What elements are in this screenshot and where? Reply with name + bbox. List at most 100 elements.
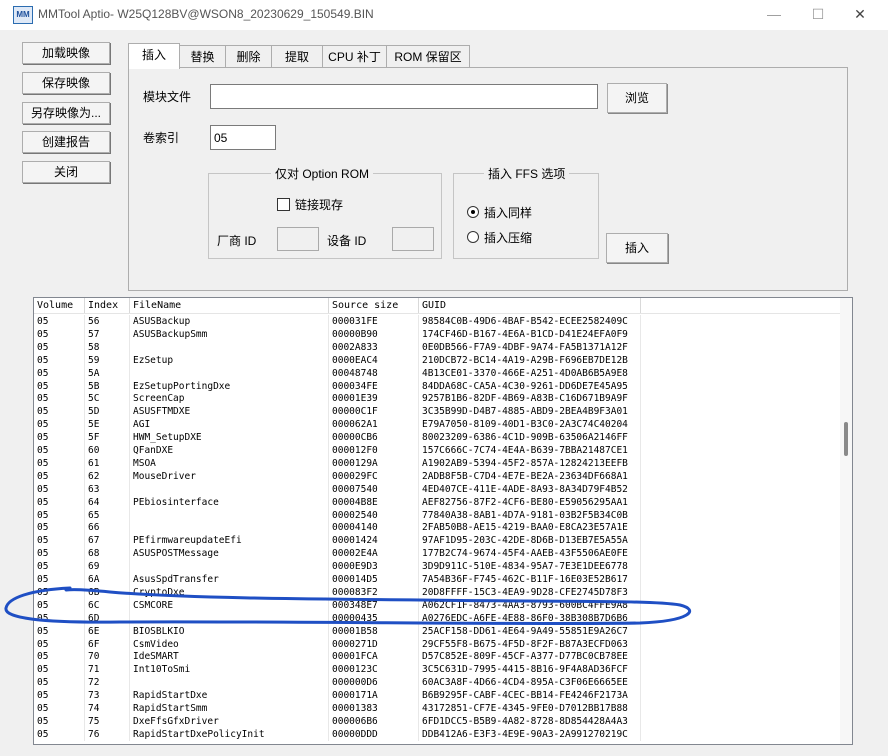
cell-source-size: 000014D5 bbox=[329, 573, 419, 586]
table-row[interactable]: 05 74 RapidStartSmm 00001383 43172851-CF7E-4… bbox=[34, 702, 839, 715]
cell-guid: 80023209-6386-4C1D-909B-63506A2146FF bbox=[419, 431, 641, 445]
cell-guid: 2FAB50B8-AE15-4219-BAA0-E8CA23E57A1E bbox=[419, 521, 641, 535]
cell-source-size: 0000E9D3 bbox=[329, 560, 419, 574]
create-report-button[interactable]: 创建报告 bbox=[22, 131, 110, 153]
column-header-volume[interactable]: Volume bbox=[34, 298, 85, 313]
table-row[interactable]: 05 58 0002A833 0E0DB566-F7A9-4DBF-9A74-FA5B… bbox=[34, 340, 839, 354]
cell-guid: 43172851-CF7E-4345-9FE0-D7012BB17B88 bbox=[419, 702, 641, 715]
cell-filename: ScreenCap bbox=[130, 392, 329, 406]
cell-source-size: 000006B6 bbox=[329, 714, 419, 728]
load-image-button[interactable]: 加载映像 bbox=[22, 42, 110, 64]
cell-index: 5F bbox=[85, 431, 130, 445]
tab-cpu-patch[interactable]: CPU 补丁 bbox=[322, 45, 387, 68]
cell-index: 5B bbox=[85, 379, 130, 393]
cell-volume: 05 bbox=[34, 637, 85, 651]
vertical-scrollbar[interactable] bbox=[840, 298, 852, 744]
table-row[interactable]: 05 65 00002540 77840A38-8AB1-4D7A-9181-03B2… bbox=[34, 508, 839, 522]
table-row[interactable]: 05 5B EzSetupPortingDxe 000034FE 84DDA68C-CA… bbox=[34, 379, 839, 393]
table-row[interactable]: 05 61 MSOA 0000129A A1902AB9-5394-45F2-857A-… bbox=[34, 456, 839, 470]
cell-source-size: 00000435 bbox=[329, 611, 419, 625]
cell-filename: CsmVideo bbox=[130, 637, 329, 651]
module-list[interactable]: Volume Index FileName Source size GUID 0… bbox=[33, 297, 853, 745]
cell-guid: 77840A38-8AB1-4D7A-9181-03B2F5B34C0B bbox=[419, 508, 641, 522]
table-row[interactable]: 05 75 DxeFfsGfxDriver 000006B6 6FD1DCC5-B5B9… bbox=[34, 714, 839, 728]
table-row[interactable]: 05 62 MouseDriver 000029FC 2ADB8F5B-C7D4-4E7… bbox=[34, 469, 839, 483]
table-row[interactable]: 05 64 PEbiosinterface 00004B8E AEF82756-87F2… bbox=[34, 495, 839, 509]
cell-source-size: 000031FE bbox=[329, 315, 419, 328]
option-rom-group-title: 仅对 Option ROM bbox=[271, 165, 374, 182]
vendor-id-input[interactable] bbox=[277, 227, 319, 251]
table-row[interactable]: 05 6F CsmVideo 0000271D 29CF55F8-B675-4F5D-8… bbox=[34, 637, 839, 651]
background-window-edge bbox=[864, 30, 888, 756]
tab-delete[interactable]: 删除 bbox=[225, 45, 272, 68]
table-row[interactable]: 05 66 00004140 2FAB50B8-AE15-4219-BAA0-E8CA… bbox=[34, 521, 839, 535]
cell-index: 62 bbox=[85, 469, 130, 483]
column-header-source-size[interactable]: Source size bbox=[329, 298, 419, 313]
cell-filename bbox=[130, 366, 329, 380]
cell-volume: 05 bbox=[34, 431, 85, 445]
table-row[interactable]: 05 5C ScreenCap 00001E39 9257B1B6-82DF-4B69-… bbox=[34, 392, 839, 406]
table-row[interactable]: 05 5F HWM_SetupDXE 00000CB6 80023209-6386-4C… bbox=[34, 431, 839, 445]
table-row[interactable]: 05 5E AGI 000062A1 E79A7050-8109-40D1-B3C0-2… bbox=[34, 418, 839, 432]
cell-filename: PEfirmwareupdateEfi bbox=[130, 534, 329, 548]
table-row[interactable]: 05 67 PEfirmwareupdateEfi 00001424 97AF1D95-… bbox=[34, 534, 839, 548]
table-row[interactable]: 05 56 ASUSBackup 000031FE 98584C0B-49D6-4BAF… bbox=[34, 315, 839, 328]
close-window-button[interactable]: ✕ bbox=[838, 0, 882, 30]
cell-guid: 4ED407CE-411E-4ADE-8A93-8A34D79F4B52 bbox=[419, 482, 641, 496]
scrollbar-thumb[interactable] bbox=[844, 422, 848, 456]
tab-extract[interactable]: 提取 bbox=[271, 45, 323, 68]
table-row[interactable]: 05 76 RapidStartDxePolicyInit 00000DDD DDB41… bbox=[34, 727, 839, 741]
insert-same-radio[interactable] bbox=[467, 206, 479, 218]
table-row[interactable]: 05 57 ASUSBackupSmm 00000B90 174CF46D-B167-4… bbox=[34, 327, 839, 341]
cell-index: 76 bbox=[85, 727, 130, 741]
cell-filename: RapidStartDxePolicyInit bbox=[130, 727, 329, 741]
table-row[interactable]: 05 69 0000E9D3 3D9D911C-510E-4834-95A7-7E3E… bbox=[34, 560, 839, 574]
table-row[interactable]: 05 63 00007540 4ED407CE-411E-4ADE-8A93-8A34… bbox=[34, 482, 839, 496]
tab-rom-hole[interactable]: ROM 保留区 bbox=[386, 45, 470, 68]
column-header-guid[interactable]: GUID bbox=[419, 298, 641, 313]
browse-button[interactable]: 浏览 bbox=[607, 83, 667, 113]
link-existing-checkbox[interactable] bbox=[277, 198, 290, 211]
cell-volume: 05 bbox=[34, 624, 85, 638]
insert-compressed-radio[interactable] bbox=[467, 231, 479, 243]
table-row[interactable]: 05 71 Int10ToSmi 0000123C 3C5C631D-7995-4415… bbox=[34, 663, 839, 677]
cell-source-size: 00001B58 bbox=[329, 624, 419, 638]
table-row[interactable]: 05 5A 00048748 4B13CE01-3370-466E-A251-4D0A… bbox=[34, 366, 839, 380]
cell-guid: A1902AB9-5394-45F2-857A-12824213EEFB bbox=[419, 456, 641, 470]
cell-volume: 05 bbox=[34, 444, 85, 457]
device-id-input[interactable] bbox=[392, 227, 434, 251]
table-row[interactable]: 05 6C CSMCORE 000348E7 A062CF1F-8473-4AA3-87… bbox=[34, 598, 839, 612]
module-file-input[interactable] bbox=[210, 84, 598, 109]
close-button[interactable]: 关闭 bbox=[22, 161, 110, 183]
table-row[interactable]: 05 68 ASUSPOSTMessage 00002E4A 177B2C74-9674… bbox=[34, 547, 839, 561]
volume-index-input[interactable]: 05 bbox=[210, 125, 276, 150]
cell-index: 67 bbox=[85, 534, 130, 548]
cell-guid: E79A7050-8109-40D1-B3C0-2A3C74C40204 bbox=[419, 418, 641, 432]
table-row[interactable]: 05 59 EzSetup 0000EAC4 210DCB72-BC14-4A19-A2… bbox=[34, 353, 839, 367]
table-row[interactable]: 05 73 RapidStartDxe 0000171A B6B9295F-CABF-4… bbox=[34, 689, 839, 703]
table-row[interactable]: 05 6A AsusSpdTransfer 000014D5 7A54B36F-F745… bbox=[34, 573, 839, 586]
insert-button[interactable]: 插入 bbox=[606, 233, 668, 263]
cell-volume: 05 bbox=[34, 598, 85, 612]
table-row[interactable]: 05 6E BIOSBLKIO 00001B58 25ACF158-DD61-4E64-… bbox=[34, 624, 839, 638]
column-header-index[interactable]: Index bbox=[85, 298, 130, 313]
table-row[interactable]: 05 6B CryptoDxe 000083F2 20D8FFFF-15C3-4EA9-… bbox=[34, 585, 839, 599]
table-row[interactable]: 05 6D 00000435 A0276EDC-A6FE-4E88-86F0-38B3… bbox=[34, 611, 839, 625]
save-image-as-button[interactable]: 另存映像为... bbox=[22, 102, 110, 124]
table-row[interactable]: 05 70 IdeSMART 00001FCA D57C852E-809F-45CF-A… bbox=[34, 650, 839, 664]
minimize-button[interactable]: — bbox=[752, 0, 796, 30]
cell-source-size: 00001424 bbox=[329, 534, 419, 548]
tab-replace[interactable]: 替换 bbox=[179, 45, 226, 68]
cell-guid: 174CF46D-B167-4E6A-B1CD-D41E24EFA0F9 bbox=[419, 327, 641, 341]
cell-guid: 4B13CE01-3370-466E-A251-4D0AB6B5A9E8 bbox=[419, 366, 641, 380]
cell-guid: 2ADB8F5B-C7D4-4E7E-BE2A-23634DF668A1 bbox=[419, 469, 641, 483]
cell-guid: AEF82756-87F2-4CF6-BE80-E59056295AA1 bbox=[419, 495, 641, 509]
save-image-button[interactable]: 保存映像 bbox=[22, 72, 110, 94]
table-row[interactable]: 05 60 QFanDXE 000012F0 157C666C-7C74-4E4A-B6… bbox=[34, 444, 839, 457]
table-row[interactable]: 05 5D ASUSFTMDXE 00000C1F 3C35B99D-D4B7-4885… bbox=[34, 405, 839, 419]
tab-insert[interactable]: 插入 bbox=[128, 43, 180, 69]
cell-guid: 97AF1D95-203C-42DE-8D6B-D13EB7E5A55A bbox=[419, 534, 641, 548]
maximize-button[interactable]: ☐ bbox=[796, 0, 840, 30]
table-row[interactable]: 05 72 000000D6 60AC3A8F-4D66-4CD4-895A-C3F0… bbox=[34, 676, 839, 690]
column-header-filename[interactable]: FileName bbox=[130, 298, 329, 313]
